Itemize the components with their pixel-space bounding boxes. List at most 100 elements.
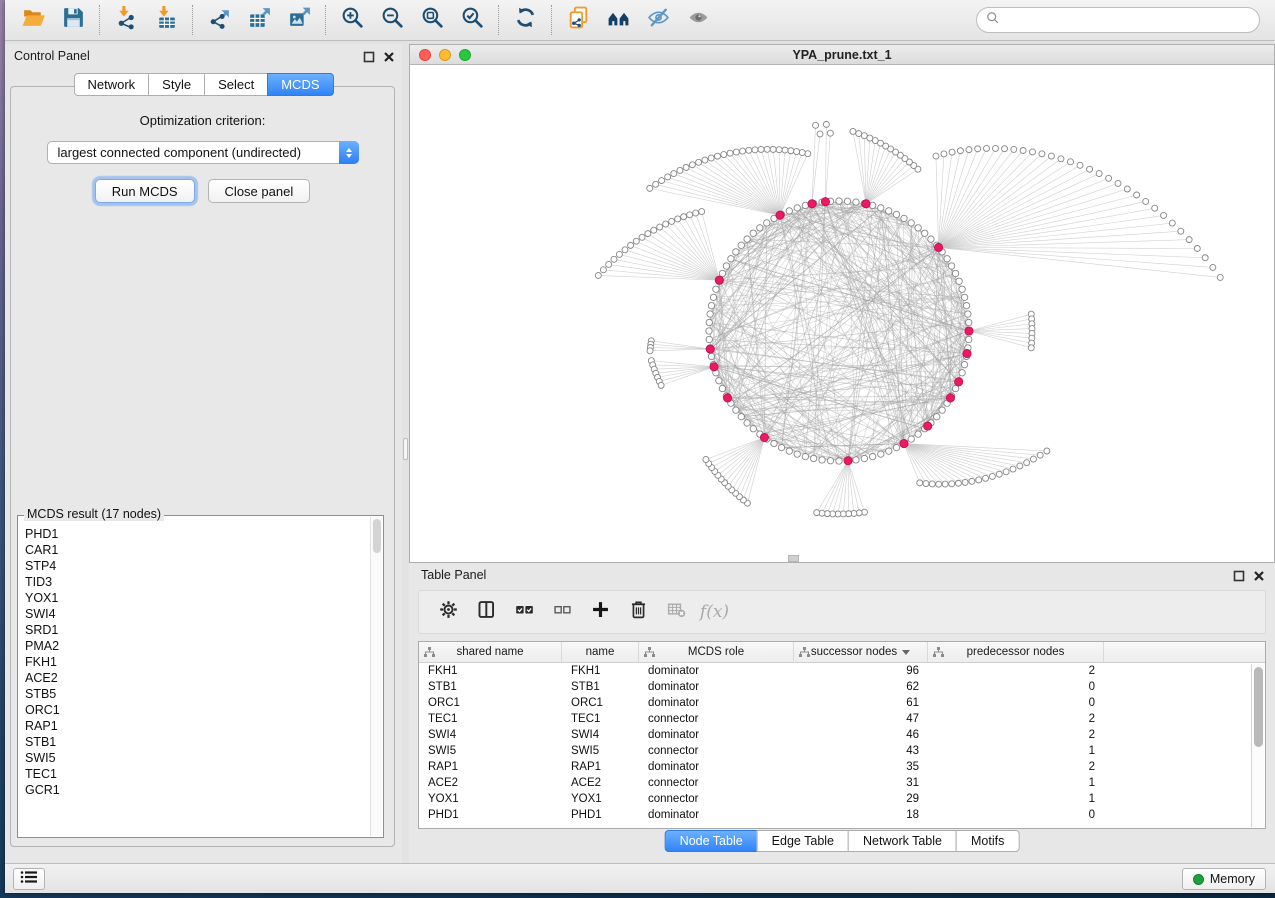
- network-node[interactable]: [827, 458, 833, 464]
- table-settings-button[interactable]: [433, 597, 464, 628]
- network-node[interactable]: [706, 319, 712, 325]
- network-node[interactable]: [1143, 198, 1149, 204]
- network-node[interactable]: [677, 167, 683, 173]
- network-node[interactable]: [770, 146, 776, 152]
- mcds-result-item[interactable]: FKH1: [25, 654, 369, 670]
- network-node[interactable]: [934, 414, 940, 420]
- network-node[interactable]: [802, 453, 808, 459]
- tab-network-table[interactable]: Network Table: [848, 830, 957, 852]
- network-hub-node[interactable]: [723, 394, 731, 402]
- network-node[interactable]: [956, 278, 962, 284]
- network-node[interactable]: [948, 263, 954, 269]
- network-hub-node[interactable]: [715, 276, 723, 284]
- network-node[interactable]: [1194, 245, 1200, 251]
- network-node[interactable]: [651, 227, 657, 233]
- network-node[interactable]: [952, 270, 958, 276]
- tab-network[interactable]: Network: [73, 73, 149, 96]
- mcds-result-item[interactable]: STP4: [25, 558, 369, 574]
- network-node[interactable]: [933, 153, 939, 159]
- table-row[interactable]: ACE2ACE2connector311: [419, 775, 1265, 791]
- network-node[interactable]: [923, 481, 929, 487]
- network-node[interactable]: [600, 267, 606, 273]
- network-node[interactable]: [996, 471, 1002, 477]
- network-node[interactable]: [738, 242, 744, 248]
- network-hub-node[interactable]: [821, 198, 829, 206]
- network-node[interactable]: [893, 211, 899, 217]
- mcds-result-item[interactable]: SRD1: [25, 622, 369, 638]
- network-hub-node[interactable]: [710, 363, 718, 371]
- table-row[interactable]: ORC1ORC1dominator610: [419, 695, 1265, 711]
- network-node[interactable]: [1186, 237, 1192, 243]
- table-row[interactable]: SWI5SWI5connector431: [419, 743, 1265, 759]
- open-file-button[interactable]: [13, 3, 53, 37]
- network-node[interactable]: [716, 378, 722, 384]
- mcds-result-item[interactable]: TID3: [25, 574, 369, 590]
- import-table-button[interactable]: [146, 3, 186, 37]
- network-node[interactable]: [1152, 205, 1158, 211]
- network-node[interactable]: [949, 481, 955, 487]
- first-neighbors-button[interactable]: [598, 3, 638, 37]
- network-node[interactable]: [683, 164, 689, 170]
- zoom-fit-button[interactable]: [412, 3, 452, 37]
- network-node[interactable]: [750, 230, 756, 236]
- network-node[interactable]: [836, 198, 842, 204]
- run-mcds-button[interactable]: Run MCDS: [95, 179, 195, 203]
- network-node[interactable]: [901, 215, 907, 221]
- network-node[interactable]: [727, 150, 733, 156]
- network-node[interactable]: [699, 209, 705, 215]
- mcds-result-item[interactable]: STB1: [25, 734, 369, 750]
- network-hub-node[interactable]: [955, 378, 963, 386]
- table-row[interactable]: STB1STB1dominator620: [419, 679, 1265, 695]
- delete-column-button[interactable]: [623, 597, 654, 628]
- network-node[interactable]: [665, 174, 671, 180]
- table-row[interactable]: PHD1PHD1dominator180: [419, 807, 1265, 823]
- network-node[interactable]: [758, 146, 764, 152]
- mcds-result-item[interactable]: ORC1: [25, 702, 369, 718]
- network-node[interactable]: [1039, 151, 1045, 157]
- network-node[interactable]: [969, 478, 975, 484]
- mcds-result-item[interactable]: TEC1: [25, 766, 369, 782]
- network-node[interactable]: [827, 130, 833, 136]
- tab-node-table[interactable]: Node Table: [665, 830, 758, 852]
- export-image-button[interactable]: [279, 3, 319, 37]
- network-node[interactable]: [647, 348, 653, 354]
- network-node[interactable]: [689, 162, 695, 168]
- network-node[interactable]: [853, 457, 859, 463]
- network-node[interactable]: [805, 151, 811, 157]
- network-node[interactable]: [893, 444, 899, 450]
- network-canvas[interactable]: [410, 65, 1274, 562]
- network-node[interactable]: [1178, 228, 1184, 234]
- network-node[interactable]: [738, 414, 744, 420]
- network-node[interactable]: [1017, 463, 1023, 469]
- select-all-button[interactable]: [509, 597, 540, 628]
- network-hub-node[interactable]: [862, 200, 870, 208]
- mcds-result-item[interactable]: RAP1: [25, 718, 369, 734]
- table-scrollbar[interactable]: [1251, 664, 1264, 827]
- network-node[interactable]: [708, 155, 714, 161]
- network-node[interactable]: [757, 225, 763, 231]
- scrollbar-thumb[interactable]: [1254, 667, 1263, 747]
- network-node[interactable]: [949, 149, 955, 155]
- column-header-successor-nodes[interactable]: successor nodes: [794, 642, 928, 662]
- network-node[interactable]: [702, 157, 708, 163]
- close-panel-button[interactable]: Close panel: [208, 179, 311, 203]
- network-node[interactable]: [1037, 452, 1043, 458]
- network-node[interactable]: [750, 426, 756, 432]
- network-node[interactable]: [675, 216, 681, 222]
- network-node[interactable]: [708, 302, 714, 308]
- network-node[interactable]: [658, 382, 664, 388]
- network-node[interactable]: [721, 152, 727, 158]
- network-node[interactable]: [942, 481, 948, 487]
- network-node[interactable]: [653, 181, 659, 187]
- network-node[interactable]: [1067, 159, 1073, 165]
- network-node[interactable]: [645, 231, 651, 237]
- network-node[interactable]: [992, 145, 998, 151]
- network-node[interactable]: [1020, 147, 1026, 153]
- mcds-result-item[interactable]: GCR1: [25, 782, 369, 798]
- network-node[interactable]: [733, 149, 739, 155]
- network-node[interactable]: [713, 286, 719, 292]
- network-node[interactable]: [961, 361, 967, 367]
- save-session-button[interactable]: [53, 3, 93, 37]
- network-node[interactable]: [844, 198, 850, 204]
- tab-mcds[interactable]: MCDS: [267, 73, 333, 96]
